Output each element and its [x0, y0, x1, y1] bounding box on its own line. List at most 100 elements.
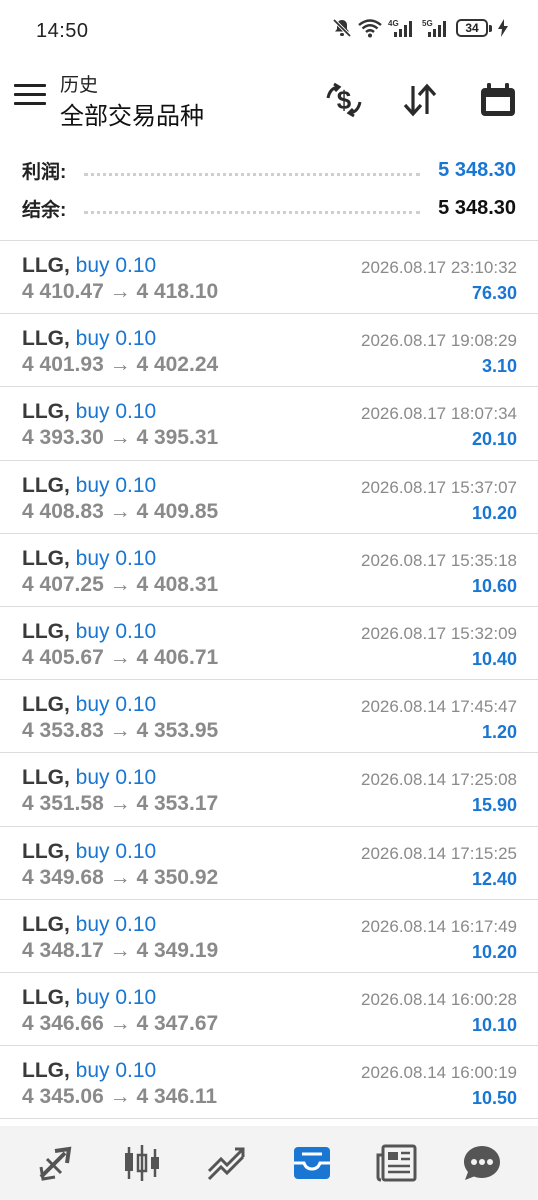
arrow-icon: →: [109, 280, 131, 303]
close-price: 4 349.19: [136, 938, 219, 962]
trade-row[interactable]: LLG, buy 0.10 4 349.68 → 4 350.92 2026.0…: [0, 827, 538, 900]
trade-row[interactable]: LLG, buy 0.10 4 345.06 → 4 346.11 2026.0…: [0, 1046, 538, 1120]
trade-row[interactable]: LLG, buy 0.10 4 393.30 → 4 395.31 2026.0…: [0, 387, 538, 461]
arrow-icon: →: [109, 1011, 131, 1035]
trade-side-volume: buy 0.10: [75, 766, 157, 790]
arrow-icon: →: [109, 499, 131, 523]
close-price: 4 350.92: [136, 865, 219, 889]
dotted-leader: [84, 210, 421, 214]
arrow-icon: →: [109, 645, 131, 669]
trade-time: 2026.08.14 16:00:19: [361, 1063, 517, 1083]
trade-prices: 4 401.93 → 4 402.24: [22, 353, 218, 377]
trade-time: 2026.08.14 17:45:47: [361, 697, 517, 717]
signal-4g-icon: 4G: [388, 19, 412, 37]
trade-side-volume: buy 0.10: [75, 693, 157, 717]
nav-trade[interactable]: [197, 1133, 257, 1193]
quotes-icon: [39, 1146, 71, 1181]
trade-prices: 4 405.67 → 4 406.71: [22, 646, 218, 670]
trade-profit: 15.90: [471, 795, 517, 816]
trade-side-volume: buy 0.10: [75, 327, 157, 351]
trade-time: 2026.08.17 15:35:18: [361, 550, 517, 570]
trade-symbol: LLG, buy 0.10: [22, 400, 156, 424]
nav-news[interactable]: [367, 1133, 427, 1193]
trade-symbol: LLG, buy 0.10: [22, 840, 156, 864]
close-price: 4 418.10: [136, 280, 219, 303]
battery-icon: 34: [456, 19, 492, 37]
trade-row[interactable]: LLG, buy 0.10 4 405.67 → 4 406.71 2026.0…: [0, 607, 538, 681]
menu-button[interactable]: [14, 84, 46, 114]
trade-symbol: LLG, buy 0.10: [22, 913, 156, 937]
page-subtitle: 历史: [60, 75, 99, 96]
trade-prices: 4 349.68 → 4 350.92: [22, 866, 218, 890]
trade-prices: 4 353.83 → 4 353.95: [22, 719, 218, 743]
symbol-name: LLG,: [22, 327, 70, 351]
symbol-name: LLG,: [22, 693, 70, 717]
symbol-name: LLG,: [22, 839, 70, 863]
trade-profit: 1.20: [481, 722, 517, 743]
arrow-icon: →: [109, 1085, 131, 1109]
trade-side-volume: buy 0.10: [75, 912, 157, 936]
open-price: 4 353.83: [22, 719, 104, 743]
balance-label: 结余:: [22, 199, 67, 221]
trade-row[interactable]: LLG, buy 0.10 4 408.83 → 4 409.85 2026.0…: [0, 461, 538, 534]
close-price: 4 347.67: [136, 1011, 219, 1035]
svg-text:5G: 5G: [422, 19, 433, 28]
nav-chart[interactable]: [112, 1133, 172, 1193]
nav-history[interactable]: [282, 1133, 342, 1193]
balance-value: 5 348.30: [438, 196, 516, 219]
trade-side-volume: buy 0.10: [75, 619, 157, 643]
trade-history-list: LLG, buy 0.10 4 410.47 → 4 418.10 2026.0…: [0, 240, 538, 1120]
trade-symbol: LLG, buy 0.10: [22, 547, 156, 571]
symbol-name: LLG,: [22, 766, 70, 790]
trade-side-volume: buy 0.10: [75, 985, 157, 1009]
close-price: 4 406.71: [136, 645, 219, 669]
news-icon: [376, 1144, 416, 1182]
calendar-button[interactable]: [476, 78, 520, 122]
trade-side-volume: buy 0.10: [75, 1059, 157, 1083]
open-price: 4 345.06: [22, 1085, 104, 1109]
trade-profit: 10.50: [471, 1088, 517, 1109]
trade-prices: 4 393.30 → 4 395.31: [22, 426, 218, 450]
trade-time: 2026.08.17 19:08:29: [361, 331, 517, 351]
close-price: 4 408.31: [136, 572, 219, 596]
symbol-name: LLG,: [22, 254, 70, 277]
trade-profit: 20.10: [471, 429, 517, 450]
arrow-icon: →: [109, 865, 131, 889]
summary-panel: 利润: 5 348.30 结余: 5 348.30: [0, 150, 538, 238]
open-price: 4 349.68: [22, 865, 104, 889]
trade-prices: 4 408.83 → 4 409.85: [22, 500, 218, 524]
trade-profit: 12.40: [471, 868, 517, 889]
dollar-exchange-button[interactable]: $: [322, 78, 366, 122]
arrow-icon: →: [109, 426, 131, 450]
arrow-icon: →: [109, 792, 131, 816]
trade-prices: 4 345.06 → 4 346.11: [22, 1085, 217, 1109]
open-price: 4 346.66: [22, 1011, 104, 1035]
trade-prices: 4 410.47 → 4 418.10: [22, 280, 218, 304]
trade-row[interactable]: LLG, buy 0.10 4 410.47 → 4 418.10 2026.0…: [0, 241, 538, 315]
signal-5g-icon: 5G: [422, 19, 446, 37]
trade-side-volume: buy 0.10: [75, 473, 157, 497]
trade-symbol: LLG, buy 0.10: [22, 693, 156, 717]
trade-time: 2026.08.17 15:32:09: [361, 623, 517, 643]
close-price: 4 353.95: [136, 719, 219, 743]
nav-chat[interactable]: [452, 1133, 512, 1193]
open-price: 4 408.83: [22, 499, 104, 523]
trade-row[interactable]: LLG, buy 0.10 4 351.58 → 4 353.17 2026.0…: [0, 753, 538, 827]
chat-icon: [463, 1146, 500, 1180]
trade-symbol: LLG, buy 0.10: [22, 986, 156, 1010]
trade-row[interactable]: LLG, buy 0.10 4 401.93 → 4 402.24 2026.0…: [0, 314, 538, 388]
open-price: 4 351.58: [22, 792, 104, 816]
trade-row[interactable]: LLG, buy 0.10 4 407.25 → 4 408.31 2026.0…: [0, 534, 538, 607]
trade-symbol: LLG, buy 0.10: [22, 766, 156, 790]
trade-row[interactable]: LLG, buy 0.10 4 346.66 → 4 347.67 2026.0…: [0, 973, 538, 1047]
trade-row[interactable]: LLG, buy 0.10 4 353.83 → 4 353.95 2026.0…: [0, 680, 538, 754]
nav-quotes[interactable]: [27, 1133, 87, 1193]
close-price: 4 395.31: [136, 426, 219, 450]
page-title[interactable]: 全部交易品种: [60, 96, 204, 131]
trade-side-volume: buy 0.10: [75, 546, 157, 570]
dotted-leader: [84, 172, 421, 176]
trade-row[interactable]: LLG, buy 0.10 4 348.17 → 4 349.19 2026.0…: [0, 900, 538, 973]
trade-time: 2026.08.14 16:00:28: [361, 989, 517, 1009]
sort-button[interactable]: [398, 78, 442, 122]
trade-prices: 4 346.66 → 4 347.67: [22, 1012, 218, 1036]
